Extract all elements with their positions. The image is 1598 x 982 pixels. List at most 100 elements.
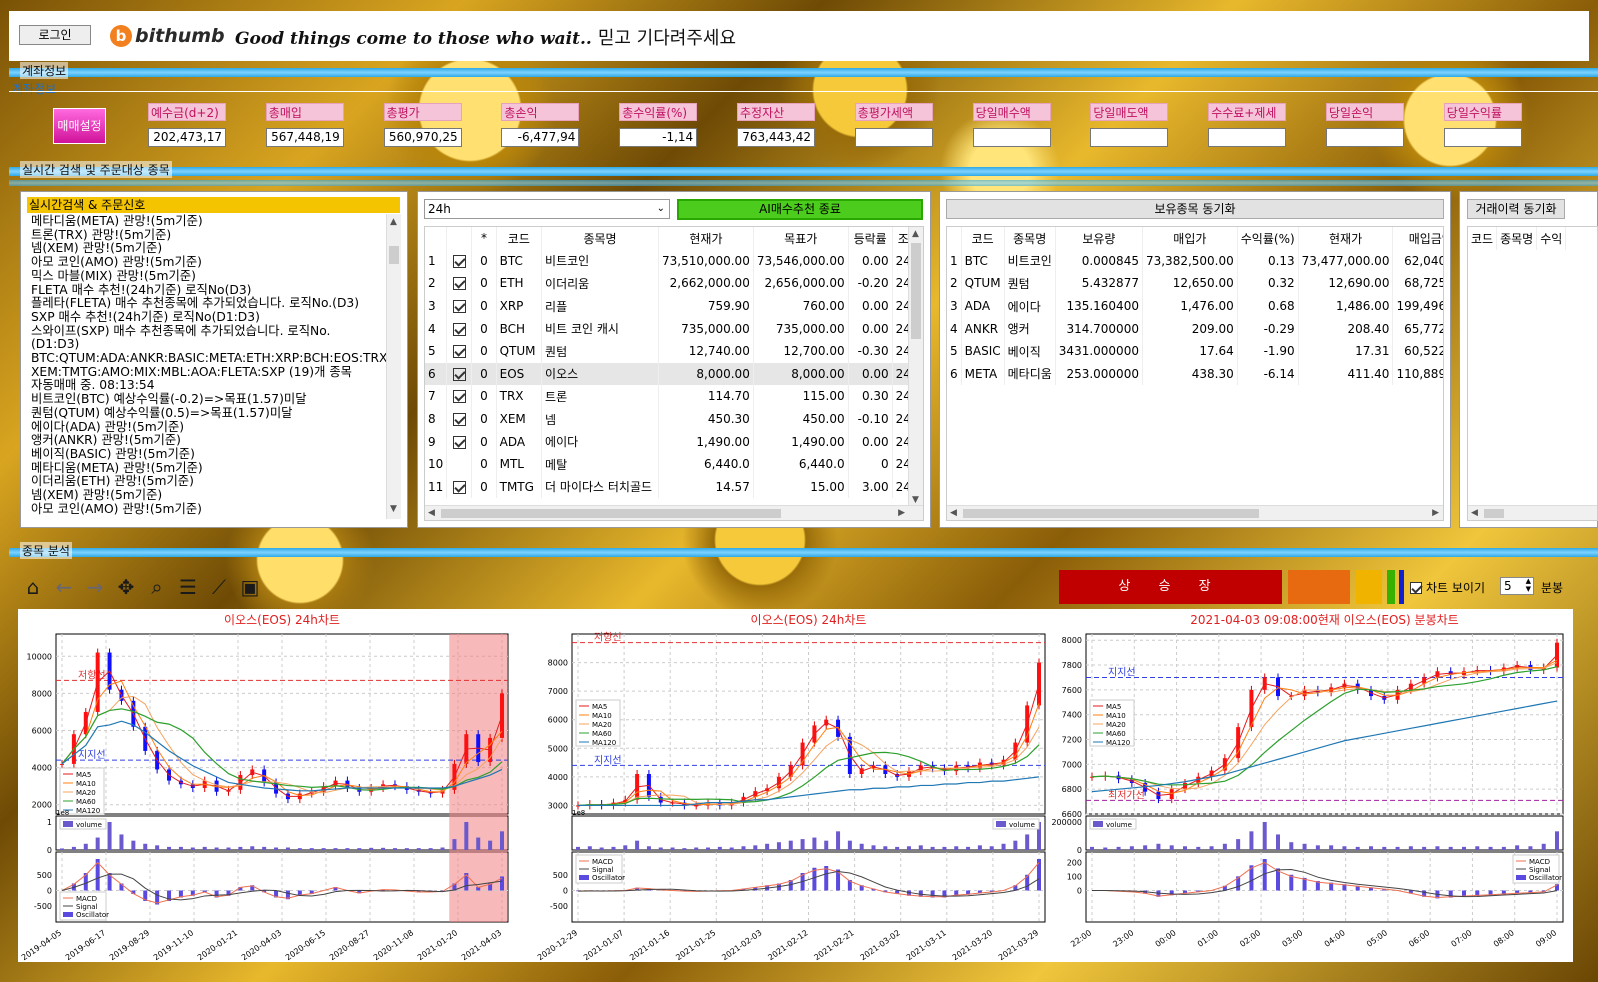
order-col-header[interactable]: 현재가 xyxy=(658,227,754,250)
table-row[interactable]: 4ANKR앵커314.700000209.00-0.29208.4065,772… xyxy=(947,317,1443,340)
table-row[interactable]: 7 0 TRX 트론 114.70 115.00 0.30 24 xyxy=(425,385,916,408)
table-row[interactable]: 5 0 QTUM 퀀텀 12,740.00 12,700.00 -0.30 24 xyxy=(425,339,916,363)
table-row[interactable]: 2 0 ETH 이더리움 2,662,000.00 2,656,000.00 -0.20 24 xyxy=(425,272,916,295)
row-checkbox-cell[interactable] xyxy=(446,475,473,499)
cell-price: 114.70 xyxy=(658,385,754,408)
checkbox-checked-icon[interactable] xyxy=(452,345,466,359)
history-col-header[interactable]: 종목명 xyxy=(1496,227,1538,250)
checkbox-checked-icon[interactable] xyxy=(452,277,466,291)
scroll-left-icon[interactable]: ◀ xyxy=(950,508,957,518)
table-row[interactable]: 6 0 EOS 이오스 8,000.00 8,000.00 0.00 24 xyxy=(425,362,916,386)
order-col-header[interactable] xyxy=(446,227,473,250)
row-checkbox-cell[interactable] xyxy=(446,362,473,386)
scroll-up-icon[interactable]: ▲ xyxy=(390,216,397,230)
back-arrow-icon[interactable]: ← xyxy=(53,575,75,599)
charts-svg[interactable]: 이오스(EOS) 24h차트2000400060008000100002019-… xyxy=(18,609,1573,962)
order-col-header[interactable]: 종목명 xyxy=(541,227,660,250)
scroll-right-icon[interactable]: ▶ xyxy=(898,508,905,518)
history-sync-button[interactable]: 거래이력 동기화 xyxy=(1467,199,1565,219)
configure-icon[interactable]: ☰ xyxy=(177,575,199,599)
table-row[interactable]: 1 BTC 비트코인 0.000845 73,382,500.00 0.13 73,477,… xyxy=(947,249,1443,273)
order-col-header[interactable]: 목표가 xyxy=(753,227,849,250)
table-row[interactable]: 1 0 BTC 비트코인 73,510,000.00 73,546,000.00 0.00 2… xyxy=(425,249,916,273)
holdings-hscroll[interactable]: ◀ ▶ xyxy=(947,505,1443,520)
order-col-header[interactable] xyxy=(425,227,448,250)
show-chart-checkbox[interactable] xyxy=(1410,581,1422,594)
table-row[interactable]: 2 QTUM 퀀텀 5.432877 12,650.00 0.32 12,690.00 68,… xyxy=(947,272,1443,295)
scroll-thumb[interactable] xyxy=(441,509,781,518)
row-checkbox-cell[interactable] xyxy=(446,339,473,363)
table-row[interactable]: 8 0 XEM 넴 450.30 450.00 -0.10 24 xyxy=(425,407,916,431)
zoom-icon[interactable]: ⌕ xyxy=(146,575,168,599)
history-hscroll[interactable]: ◀ xyxy=(1468,505,1597,520)
table-row[interactable]: 4 0 BCH 비트 코인 캐시 735,000.00 735,000.00 0.00 24 xyxy=(425,317,916,340)
signal-log[interactable]: 메타디움(META) 관망!(5m기준) 트론(TRX) 관망!(5m기준) 넴(X… xyxy=(27,214,401,519)
table-row[interactable]: 3 ADA 에이다 135.160400 1,476.00 0.68 1,486.00 199… xyxy=(947,294,1443,318)
holdings-col-header[interactable]: 매입가 xyxy=(1142,227,1238,250)
holdings-col-header[interactable] xyxy=(947,227,962,250)
checkbox-checked-icon[interactable] xyxy=(452,413,466,427)
forward-arrow-icon[interactable]: → xyxy=(84,575,106,599)
table-row[interactable]: 6 META 메타디움 253.000000 438.30 -6.14 411.40 110,… xyxy=(947,362,1443,386)
history-col-header[interactable]: 코드 xyxy=(1468,227,1498,250)
scroll-left-icon[interactable]: ◀ xyxy=(1471,508,1478,518)
order-col-header[interactable]: * xyxy=(471,227,497,250)
scroll-down-icon[interactable]: ▼ xyxy=(390,503,397,517)
pan-icon[interactable]: ✥ xyxy=(115,575,137,599)
history-col-header[interactable]: 수익 xyxy=(1536,227,1567,250)
table-row[interactable]: 5 BASIC 베이직 3431.000000 17.64 -1.90 17.31 60,52… xyxy=(947,339,1443,363)
holdings-col-header[interactable]: 현재가 xyxy=(1298,227,1394,250)
table-row[interactable]: 10 0 MTL 메탈 6,440.0 6,440.0 0 24 xyxy=(425,452,916,476)
order-vscroll[interactable]: ▲ ▼ xyxy=(908,227,923,507)
row-checkbox-cell[interactable] xyxy=(446,317,473,340)
row-checkbox-cell[interactable] xyxy=(446,452,473,476)
checkbox-checked-icon[interactable] xyxy=(452,435,466,449)
holdings-col-header[interactable]: 수익률(%) xyxy=(1237,227,1299,250)
holdings-sync-button[interactable]: 보유종목 동기화 xyxy=(946,199,1444,219)
scroll-thumb[interactable] xyxy=(911,243,921,339)
period-select[interactable]: 24h ⌄ xyxy=(424,199,670,219)
save-icon[interactable]: ▣ xyxy=(239,575,261,599)
checkbox-checked-icon[interactable] xyxy=(452,367,466,381)
order-hscroll[interactable]: ◀ ▶ xyxy=(425,505,923,520)
edit-curves-icon[interactable]: ⟋ xyxy=(208,575,230,599)
minute-spinner[interactable]: 5 ▲ ▼ xyxy=(1500,577,1534,595)
x-tick-label: 2019-06-17 xyxy=(64,928,107,962)
checkbox-checked-icon[interactable] xyxy=(452,390,466,404)
checkbox-checked-icon[interactable] xyxy=(452,322,466,336)
row-checkbox-cell[interactable] xyxy=(446,294,473,318)
scroll-thumb[interactable] xyxy=(389,246,399,264)
scroll-up-icon[interactable]: ▲ xyxy=(912,229,919,239)
checkbox-checked-icon[interactable] xyxy=(452,480,466,494)
cell-rate: 0.00 xyxy=(848,249,893,273)
signal-log-scrollbar[interactable]: ▲ ▼ xyxy=(386,214,401,519)
holdings-col-header[interactable]: 코드 xyxy=(961,227,1005,250)
holdings-col-header[interactable]: 보유량 xyxy=(1055,227,1143,250)
scroll-down-icon[interactable]: ▼ xyxy=(912,495,919,505)
trade-settings-button[interactable]: 매매설정 xyxy=(53,108,106,144)
table-row[interactable]: 3 0 XRP 리플 759.90 760.00 0.00 24 xyxy=(425,294,916,318)
spinner-arrows-icon[interactable]: ▲ ▼ xyxy=(1526,577,1531,593)
ai-recommend-button[interactable]: AI매수추천 종료 xyxy=(677,199,923,220)
scroll-left-icon[interactable]: ◀ xyxy=(428,508,435,518)
scroll-thumb[interactable] xyxy=(963,509,1259,518)
checkbox-checked-icon[interactable] xyxy=(452,300,466,314)
table-row[interactable]: 11 0 TMTG 더 마이다스 터치골드 14.57 15.00 3.00 24 xyxy=(425,475,916,499)
scroll-thumb[interactable] xyxy=(1484,509,1504,518)
order-col-header[interactable]: 코드 xyxy=(496,227,543,250)
checkbox-checked-icon[interactable] xyxy=(452,254,466,268)
holdings-col-header[interactable]: 매입금액 xyxy=(1392,227,1443,250)
row-checkbox-cell[interactable] xyxy=(446,272,473,295)
holdings-col-header[interactable]: 종목명 xyxy=(1004,227,1056,250)
row-checkbox-cell[interactable] xyxy=(446,407,473,431)
table-row[interactable]: 9 0 ADA 에이다 1,490.00 1,490.00 0.00 24 xyxy=(425,430,916,453)
scroll-right-icon[interactable]: ▶ xyxy=(1432,508,1439,518)
row-checkbox-cell[interactable] xyxy=(446,430,473,453)
home-icon[interactable]: ⌂ xyxy=(22,575,44,599)
row-checkbox-cell[interactable] xyxy=(446,249,473,273)
show-chart-toggle[interactable]: 차트 보이기 xyxy=(1410,579,1485,596)
order-col-header[interactable]: 등락률 xyxy=(848,227,893,250)
row-checkbox-cell[interactable] xyxy=(446,385,473,408)
cell-pct: 0.68 xyxy=(1237,294,1299,318)
login-button[interactable]: 로그인 xyxy=(19,25,91,45)
